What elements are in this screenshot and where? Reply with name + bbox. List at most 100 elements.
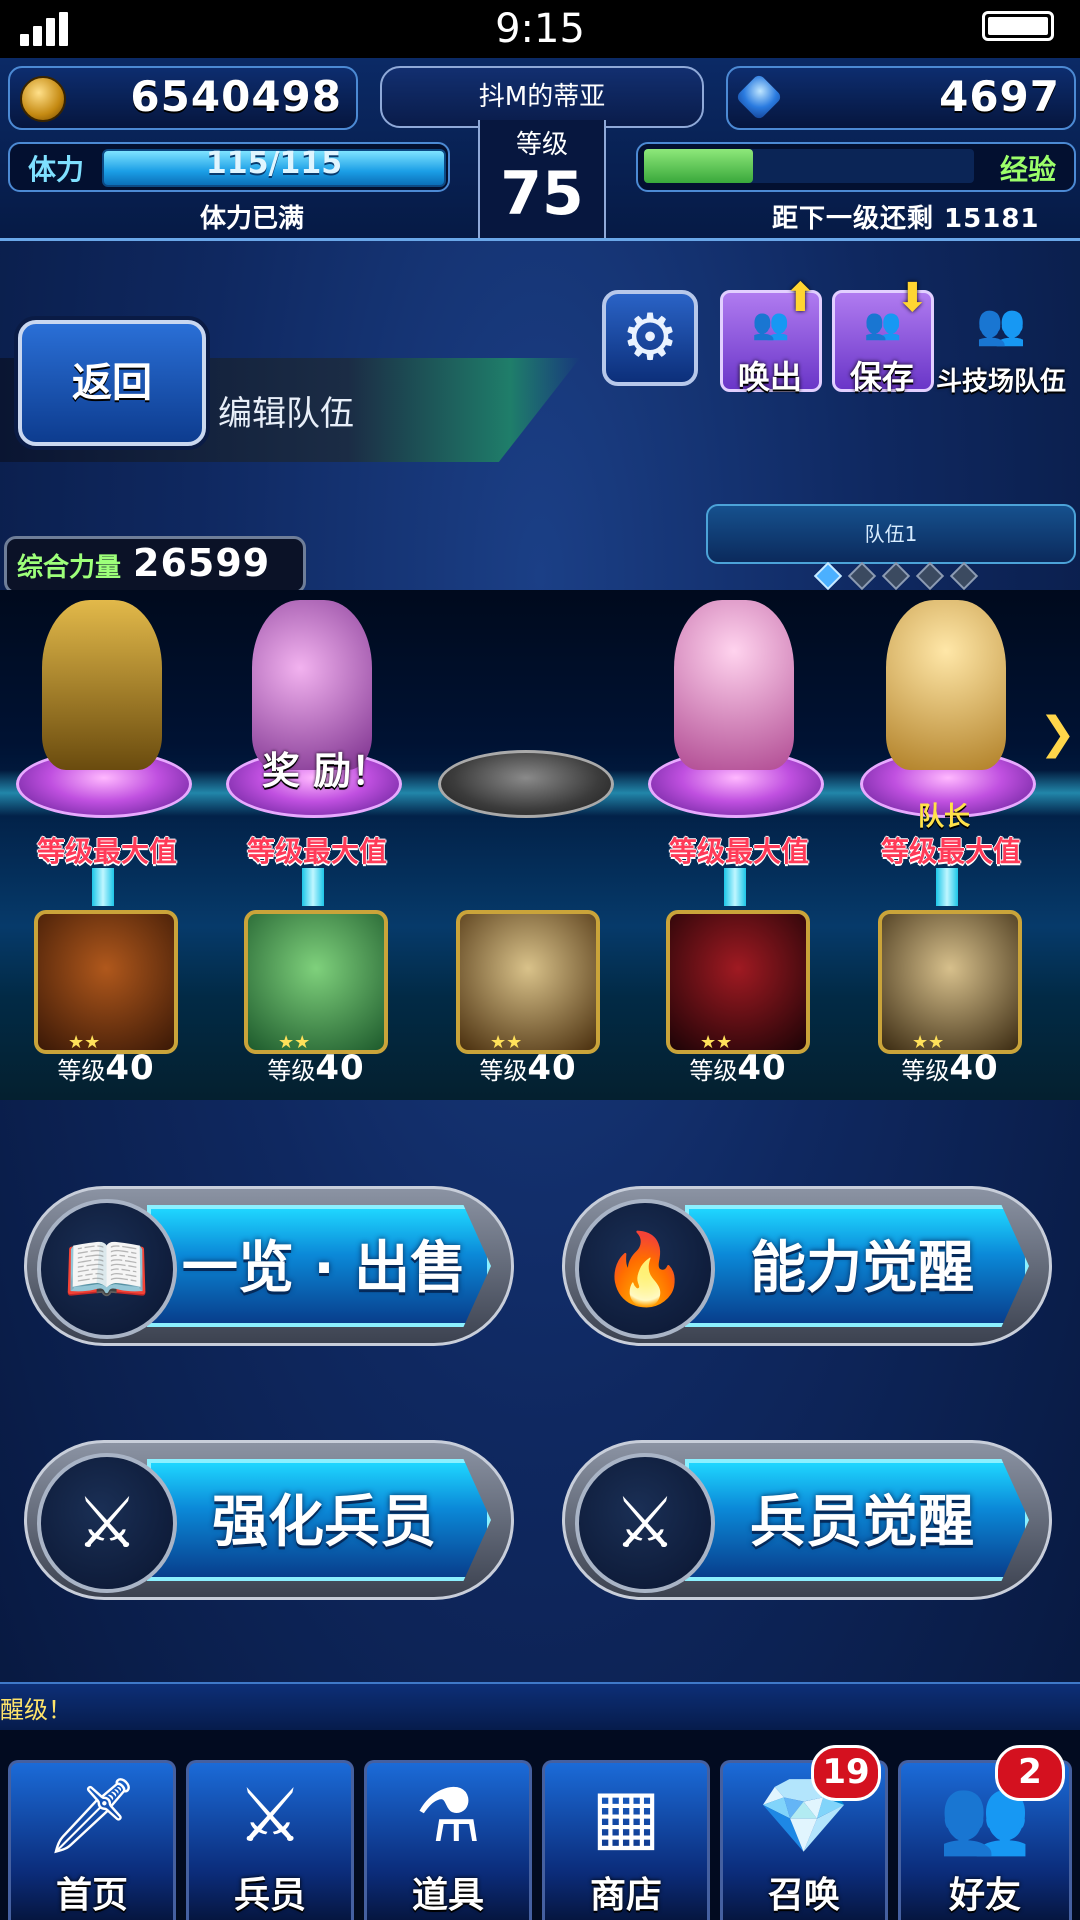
settings-button[interactable]: ⚙: [602, 290, 698, 386]
unit-sprite[interactable]: [674, 600, 794, 770]
save-party-button[interactable]: 👥 ⬇ 保存: [832, 275, 934, 396]
esper-level-label: 等级: [901, 1057, 950, 1085]
ability-awaken-button[interactable]: 🔥 能力觉醒: [562, 1186, 1052, 1346]
tab-label: 兵员: [233, 1875, 306, 1916]
unit-enhance-label: 强化兵员: [212, 1490, 436, 1555]
esper-level-value: 40: [315, 1048, 365, 1088]
link-connector: [302, 868, 324, 906]
exp-label: 经验: [999, 153, 1056, 186]
tab-shop[interactable]: ▦ 商店: [542, 1760, 710, 1920]
bottom-tab-bar: 🗡 首页 ⚔ 兵员 ⚗ 道具 ▦ 商店 💎 19 召唤 👥 2 好友: [0, 1730, 1080, 1920]
gear-icon: ⚙: [621, 301, 679, 375]
party-stage: 等级最大值 ★★ 等级40 奖 励！ 等级最大值 ★★ 等级40 ★★ 等级40…: [0, 590, 1080, 1100]
party-name: 队伍1: [864, 522, 918, 546]
back-label: 返回: [72, 360, 152, 406]
potion-icon: ⚗: [414, 1773, 482, 1859]
status-bar: 9:15: [0, 0, 1080, 58]
esper-level-value: 40: [105, 1048, 155, 1088]
back-button[interactable]: 返回: [18, 320, 206, 446]
esper-slot[interactable]: ★★: [456, 910, 600, 1054]
bonus-label: 奖 励！: [262, 749, 390, 793]
exp-bar: 经验: [636, 142, 1076, 192]
book-icon: 📖: [37, 1199, 177, 1339]
esper-level-label: 等级: [689, 1057, 738, 1085]
unit-awaken-icon: ⚔: [575, 1453, 715, 1593]
esper-slot[interactable]: ★★: [34, 910, 178, 1054]
page-dot[interactable]: [847, 561, 877, 591]
tab-units[interactable]: ⚔ 兵员: [186, 1760, 354, 1920]
page-dot[interactable]: [949, 561, 979, 591]
tab-label: 道具: [411, 1875, 484, 1916]
tab-friends[interactable]: 👥 2 好友: [898, 1745, 1072, 1920]
exp-fill: [644, 149, 753, 183]
friends-badge: 2: [995, 1745, 1065, 1801]
link-connector: [92, 868, 114, 906]
esper-level: 等级40: [16, 1048, 196, 1088]
gil-counter: 6540498: [8, 66, 358, 130]
leader-label: 队长: [918, 802, 971, 832]
list-sell-button[interactable]: 📖 一览 · 出售: [24, 1186, 514, 1346]
gil-value: 6540498: [130, 72, 342, 121]
level-label: 等级: [515, 130, 568, 160]
esper-level: 等级40: [438, 1048, 618, 1088]
arena-party-icon: 👥: [976, 302, 1026, 348]
stamina-status: 体力已满: [200, 204, 305, 234]
esper-slot[interactable]: ★★: [244, 910, 388, 1054]
esper-level-value: 40: [737, 1048, 787, 1088]
esper-level: 等级40: [648, 1048, 828, 1088]
news-ticker[interactable]: 醒级！: [0, 1682, 1080, 1732]
chevron-right-icon[interactable]: ❯: [1039, 708, 1076, 759]
lapis-counter[interactable]: 4697: [726, 66, 1076, 130]
power-label: 综合力量: [17, 553, 122, 583]
esper-level-label: 等级: [267, 1057, 316, 1085]
tab-summon[interactable]: 💎 19 召唤: [720, 1745, 888, 1920]
sword-icon: 🗡: [45, 1773, 139, 1859]
party-name-tab[interactable]: 队伍1: [706, 504, 1076, 564]
exp-remaining: 距下一级还剩 15181: [772, 204, 1040, 234]
page-title: 编辑队伍: [218, 394, 354, 434]
unit-status: 等级最大值: [36, 835, 177, 868]
player-name: 抖M的蒂亚: [478, 82, 606, 112]
tab-label: 召唤: [767, 1875, 840, 1916]
esper-level-value: 40: [949, 1048, 999, 1088]
esper-level-label: 等级: [57, 1057, 106, 1085]
stamina-value: 115/115: [205, 146, 343, 181]
save-party-label: 保存: [849, 358, 914, 396]
unit-status: 等级最大值: [246, 835, 387, 868]
tab-label: 好友: [948, 1875, 1021, 1916]
gil-coin-icon: [20, 76, 66, 122]
tab-label: 首页: [55, 1875, 128, 1916]
page-dot[interactable]: [813, 561, 843, 591]
esper-level-value: 40: [527, 1048, 577, 1088]
page-dot[interactable]: [881, 561, 911, 591]
link-connector: [724, 868, 746, 906]
stamina-label: 体力: [28, 153, 85, 186]
page-dot[interactable]: [915, 561, 945, 591]
unit-awaken-button[interactable]: ⚔ 兵员觉醒: [562, 1440, 1052, 1600]
esper-level-label: 等级: [479, 1057, 528, 1085]
unit-sprite[interactable]: [42, 600, 162, 770]
load-party-label: 唤出: [737, 358, 802, 396]
tab-label: 商店: [589, 1875, 662, 1916]
ability-awaken-label: 能力觉醒: [750, 1236, 974, 1301]
tab-home[interactable]: 🗡 首页: [8, 1760, 176, 1920]
link-connector: [936, 868, 958, 906]
empty-pedestal[interactable]: [438, 750, 614, 818]
load-party-button[interactable]: 👥 ⬆ 唤出: [720, 275, 822, 396]
arena-party-label: 斗技场队伍: [936, 367, 1067, 397]
unit-enhance-button[interactable]: ⚔ 强化兵员: [24, 1440, 514, 1600]
esper-slot[interactable]: ★★: [878, 910, 1022, 1054]
unit-awaken-label: 兵员觉醒: [750, 1490, 974, 1555]
unit-icon: ⚔: [236, 1773, 304, 1859]
party-page-dots[interactable]: [813, 561, 988, 591]
magic-orbs-icon: 🔥: [575, 1199, 715, 1339]
esper-slot[interactable]: ★★: [666, 910, 810, 1054]
arena-party-button[interactable]: 👥 斗技场队伍: [936, 290, 1066, 397]
tab-items[interactable]: ⚗ 道具: [364, 1760, 532, 1920]
level-value: 75: [500, 159, 584, 229]
total-power: 综合力量 26599: [4, 536, 306, 594]
unit-sprite[interactable]: [886, 600, 1006, 770]
top-hud: 6540498 抖M的蒂亚 等级 75 4697 体力 115/115 经验 体…: [0, 58, 1080, 241]
unit-enhance-icon: ⚔: [37, 1453, 177, 1593]
clock: 9:15: [495, 6, 585, 52]
